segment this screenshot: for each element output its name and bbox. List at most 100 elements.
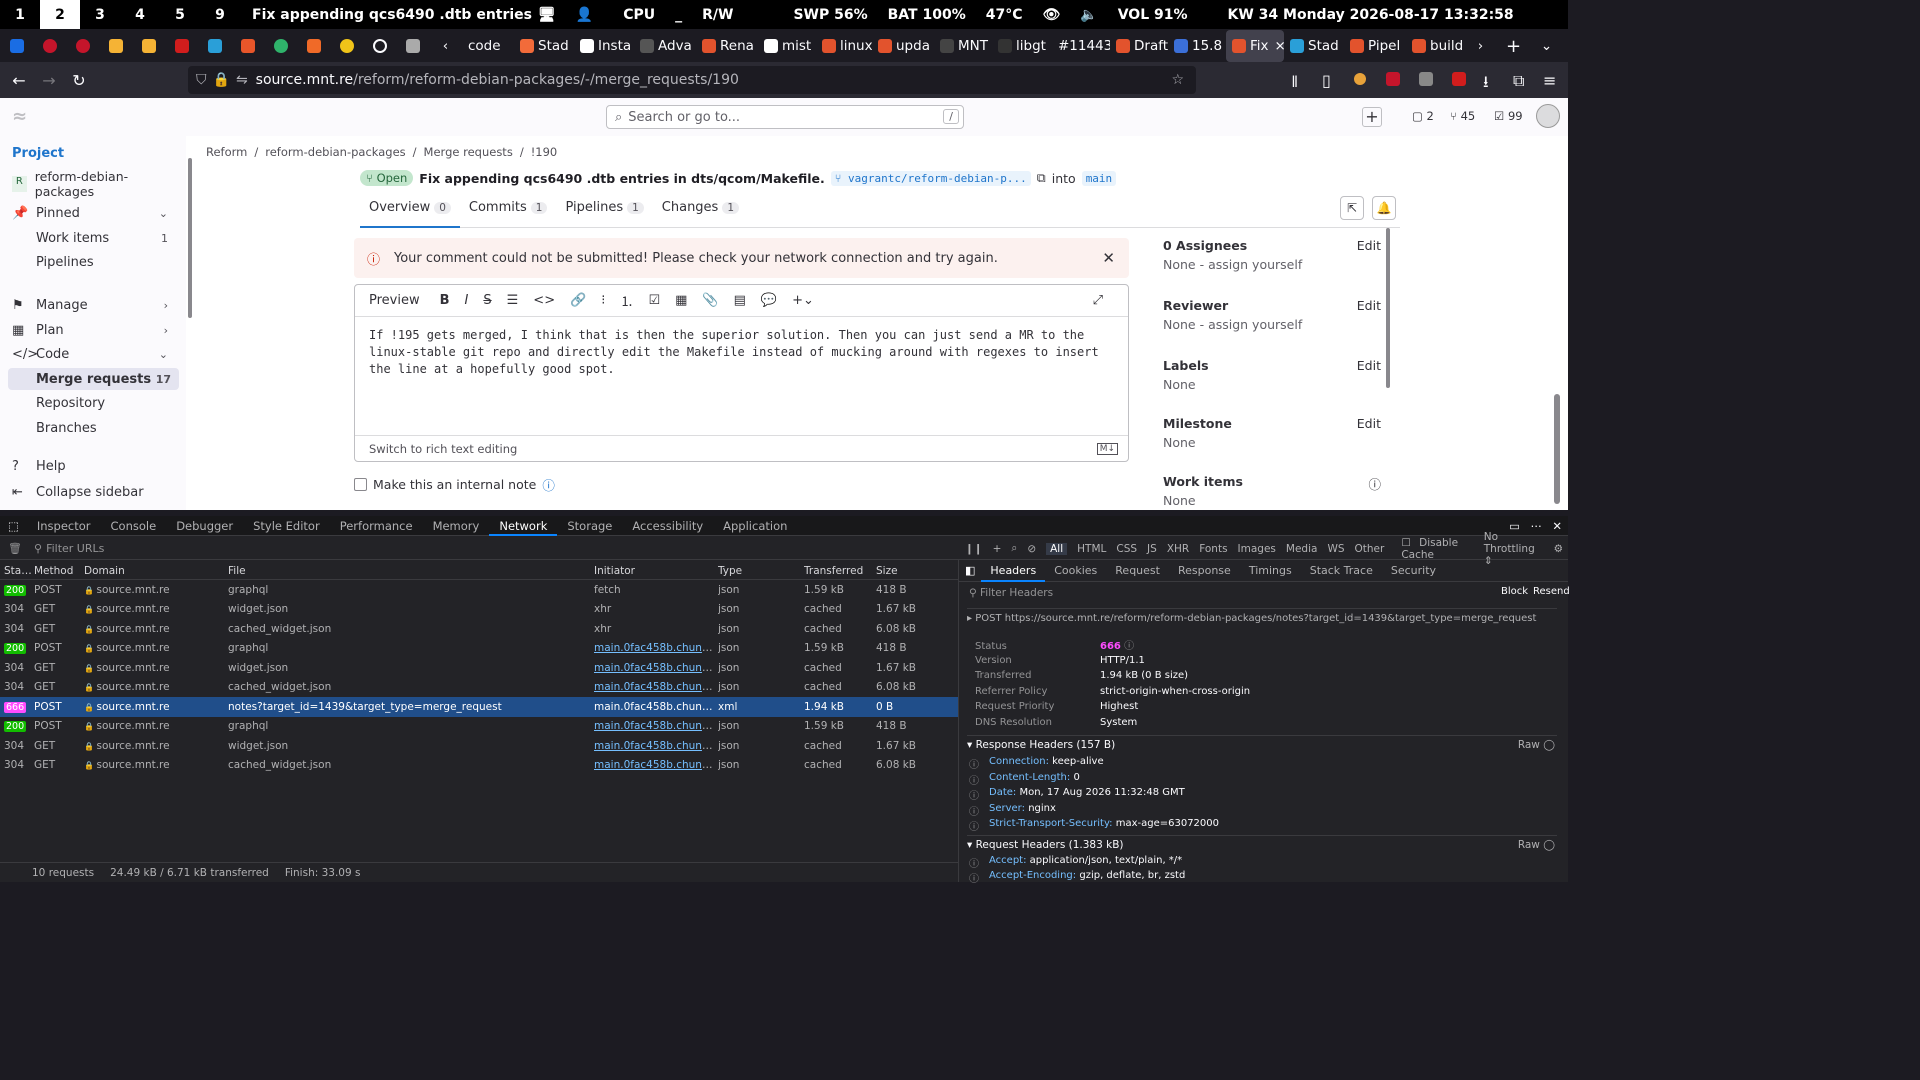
filter-js[interactable]: JS — [1147, 543, 1157, 555]
raw-toggle[interactable]: Raw ◯ — [1518, 739, 1555, 751]
create-new-icon[interactable]: + — [1362, 107, 1382, 127]
help-icon[interactable]: ⓘ — [969, 772, 979, 787]
tab-storage[interactable]: Storage — [557, 519, 622, 533]
col-domain[interactable]: Domain — [84, 565, 228, 577]
cell-initiator-text[interactable]: main.0fac458b.chunk.js:... — [594, 740, 718, 752]
table-row[interactable]: 200 POST 🔒 source.mnt.re graphql main.0fac45… — [0, 717, 958, 737]
tab-active-fix[interactable]: Fix × — [1226, 30, 1284, 62]
tab-pipel[interactable]: Pipel — [1344, 30, 1406, 62]
clear-requests-icon[interactable]: 🗑 — [8, 542, 22, 555]
help-icon[interactable]: ⓘ — [542, 475, 555, 494]
filter-css[interactable]: CSS — [1116, 543, 1137, 555]
tab-issue[interactable]: #11443 — [1052, 30, 1110, 62]
pause-icon[interactable]: ❙❙ — [965, 543, 983, 555]
filter-headers-input[interactable]: ⚲ Filter Headers — [959, 584, 1499, 602]
pinned-tab-3[interactable] — [66, 30, 99, 62]
library-icon[interactable]: 𝍪 — [1292, 71, 1297, 98]
help-icon[interactable]: ⓘ — [969, 870, 979, 885]
workspace-1[interactable]: 1 — [0, 0, 40, 29]
pick-element-icon[interactable]: ⬚ — [0, 519, 27, 533]
copy-icon[interactable]: ⧉ — [1037, 170, 1046, 186]
tab-stad-2[interactable]: Stad — [1284, 30, 1344, 62]
sidebar-item-help[interactable]: ? Help — [12, 455, 176, 477]
close-devtools-icon[interactable]: ✕ — [1552, 519, 1562, 533]
forward-icon[interactable]: → — [34, 71, 64, 90]
toggle-panel-icon[interactable]: ◧ — [959, 564, 981, 577]
export-icon[interactable]: ⇱ — [1340, 196, 1364, 220]
disable-cache-checkbox[interactable]: ☐ Disable Cache — [1401, 537, 1473, 561]
filter-ws[interactable]: WS — [1327, 543, 1344, 555]
cell-initiator-text[interactable]: main.0fac458b.chunk.js:... — [594, 720, 718, 732]
reload-icon[interactable]: ↻ — [64, 71, 94, 90]
cell-initiator-text[interactable]: main.0fac458b.chunk.js:... — [594, 759, 718, 771]
tab-network[interactable]: Network — [489, 516, 558, 536]
block-button[interactable]: Block — [1501, 586, 1528, 597]
assign-yourself-link[interactable]: None - assign yourself — [1163, 317, 1381, 332]
tab-insta[interactable]: Insta — [574, 30, 634, 62]
link-icon[interactable]: 🔗 — [570, 293, 586, 308]
workspace-2[interactable]: 2 — [40, 0, 80, 29]
workspace-4[interactable]: 4 — [120, 0, 160, 29]
edit-reviewer-button[interactable]: Edit — [1357, 298, 1381, 313]
sidebar-item-merge-requests[interactable]: Merge requests 17 — [8, 368, 179, 390]
table-icon[interactable]: ▦ — [675, 293, 687, 308]
new-tab-icon[interactable]: + — [1497, 30, 1530, 62]
pinned-tab-7[interactable] — [198, 30, 231, 62]
tab-rena[interactable]: Rena — [696, 30, 758, 62]
tab-15-8[interactable]: 15.8 — [1168, 30, 1226, 62]
response-headers-section[interactable]: ▾ Response Headers (157 B) Raw ◯ — [967, 735, 1557, 751]
tab-adva[interactable]: Adva — [634, 30, 696, 62]
tab-request[interactable]: Request — [1106, 564, 1169, 577]
filter-other[interactable]: Other — [1355, 543, 1385, 555]
numbered-list-icon[interactable]: ⒈ — [620, 291, 633, 310]
tab-debugger[interactable]: Debugger — [166, 519, 243, 533]
task-list-icon[interactable]: ☑ — [648, 293, 660, 308]
extension-4-icon[interactable] — [1452, 72, 1466, 86]
extension-1-icon[interactable] — [1354, 73, 1366, 85]
resend-button[interactable]: Resend — [1533, 586, 1570, 597]
more-options-icon[interactable]: +⌄ — [792, 293, 814, 308]
pinned-tab-8[interactable] — [231, 30, 264, 62]
pinned-tab-1[interactable] — [0, 30, 33, 62]
sidebar-project[interactable]: Rreform-debian-packages — [12, 169, 176, 199]
cell-initiator-text[interactable]: main.0fac458b.chunk.js:... — [594, 662, 718, 674]
sidebar-item-branches[interactable]: Branches — [12, 417, 176, 439]
table-row[interactable]: 304 GET 🔒 source.mnt.re cached_widget.json x… — [0, 619, 958, 639]
help-icon[interactable]: ⓘ — [969, 803, 979, 818]
help-icon[interactable]: ⓘ — [1124, 641, 1134, 652]
filter-fonts[interactable]: Fonts — [1199, 543, 1227, 555]
sidebar-item-code[interactable]: </> Code ⌄ — [12, 343, 176, 365]
assign-yourself-link[interactable]: None - assign yourself — [1163, 257, 1381, 272]
table-row[interactable]: 200 POST 🔒 source.mnt.re graphql main.0fac45… — [0, 639, 958, 659]
scroll-left-icon[interactable]: ‹ — [429, 30, 462, 62]
pinned-tab-9[interactable] — [264, 30, 297, 62]
tab-draft[interactable]: Draft — [1110, 30, 1168, 62]
edit-labels-button[interactable]: Edit — [1357, 358, 1381, 373]
tab-code[interactable]: code — [462, 30, 514, 62]
extension-2-icon[interactable] — [1386, 72, 1400, 86]
page-scrollbar[interactable] — [1554, 394, 1560, 504]
tab-memory[interactable]: Memory — [423, 519, 490, 533]
bookmark-star-icon[interactable]: ☆ — [1171, 72, 1184, 88]
tab-upda[interactable]: upda — [872, 30, 934, 62]
edit-milestone-button[interactable]: Edit — [1357, 416, 1381, 431]
help-icon[interactable]: ⓘ — [969, 818, 979, 833]
sidebar-item-pipelines[interactable]: Pipelines — [12, 251, 176, 273]
col-status[interactable]: Stat... — [0, 565, 34, 577]
tab-mnt[interactable]: MNT — [934, 30, 992, 62]
avatar[interactable] — [1536, 104, 1560, 128]
tab-pipelines[interactable]: Pipelines 1 — [556, 198, 652, 228]
pinned-tab-6[interactable] — [165, 30, 198, 62]
tab-inspector[interactable]: Inspector — [27, 519, 101, 533]
issues-counter[interactable]: ▢ 2 — [1412, 109, 1434, 123]
filter-all[interactable]: All — [1046, 542, 1068, 555]
table-row[interactable]: 304 GET 🔒 source.mnt.re widget.json main.0fa… — [0, 658, 958, 678]
tab-headers[interactable]: Headers — [981, 560, 1046, 582]
request-headers-section[interactable]: ▾ Request Headers (1.383 kB) Raw ◯ — [967, 835, 1557, 851]
gitlab-logo-icon[interactable]: ≈ — [12, 106, 27, 127]
block-icon[interactable]: ⊘ — [1027, 543, 1036, 555]
table-row[interactable]: 304 GET 🔒 source.mnt.re cached_widget.json m… — [0, 756, 958, 776]
raw-toggle[interactable]: Raw ◯ — [1518, 839, 1555, 851]
notifications-icon[interactable]: 🔔 — [1372, 196, 1396, 220]
help-icon[interactable]: ⓘ — [969, 756, 979, 771]
